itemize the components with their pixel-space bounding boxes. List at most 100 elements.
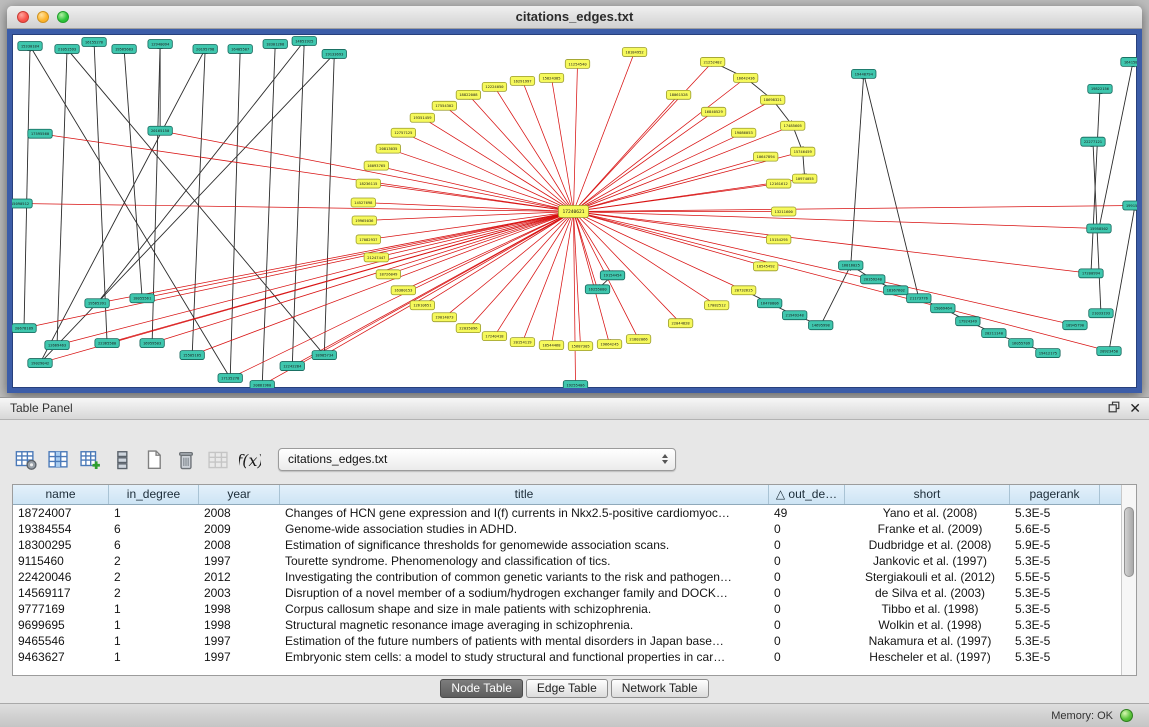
column-header-name[interactable]: name — [13, 485, 109, 504]
graph-node[interactable]: 15958502 — [1087, 224, 1111, 233]
graph-node[interactable]: 21949248 — [782, 311, 806, 320]
network-canvas[interactable]: 1582438516291997122240501882200817554302… — [12, 34, 1137, 388]
graph-node[interactable]: 17924349 — [956, 317, 980, 326]
column-header-year[interactable]: year — [199, 485, 280, 504]
table-row[interactable]: 1938455462009Genome-wide association stu… — [13, 521, 1121, 537]
graph-node[interactable]: 16470806 — [757, 299, 781, 308]
graph-node[interactable]: 18985734 — [312, 351, 336, 360]
graph-node[interactable]: 20881960 — [250, 381, 274, 388]
row-height-button[interactable] — [109, 446, 136, 473]
graph-node[interactable]: 17082512 — [704, 301, 728, 310]
delete-button[interactable] — [173, 446, 200, 473]
graph-node[interactable]: 16840529 — [701, 107, 725, 116]
graph-node[interactable]: 20211140 — [982, 329, 1006, 338]
graph-node[interactable]: 16642436 — [733, 73, 757, 82]
import-table-button[interactable] — [205, 446, 232, 473]
zoom-button[interactable] — [57, 11, 69, 23]
scrollbar-thumb[interactable] — [1124, 507, 1134, 577]
select-columns-button[interactable] — [45, 446, 72, 473]
graph-node[interactable]: 19448794 — [852, 69, 876, 78]
graph-node[interactable]: 21173776 — [907, 294, 931, 303]
graph-node[interactable]: 17554302 — [432, 101, 456, 110]
graph-node[interactable]: 14695998 — [809, 321, 833, 330]
panel-close-button[interactable]: ✕ — [1129, 401, 1141, 417]
graph-node[interactable]: 21802066 — [626, 335, 650, 344]
graph-node[interactable]: 20732625 — [731, 286, 755, 295]
panel-float-button[interactable] — [1108, 401, 1120, 416]
graph-node[interactable]: 12161612 — [766, 179, 790, 188]
table-row[interactable]: 911546021997Tourette syndrome. Phenomeno… — [13, 553, 1121, 569]
graph-node[interactable]: 16093765 — [364, 161, 388, 170]
graph-node[interactable]: 15069464 — [931, 304, 955, 313]
graph-node[interactable]: 17200994 — [1079, 269, 1103, 278]
graph-node[interactable]: 12757125 — [391, 128, 415, 137]
graph-node[interactable]: 14651925 — [292, 36, 316, 45]
memory-indicator[interactable] — [1120, 709, 1133, 722]
graph-node[interactable]: 18945790 — [1063, 321, 1087, 330]
graph-node[interactable]: 21247447 — [364, 253, 388, 262]
graph-node[interactable]: 18544468 — [539, 341, 563, 350]
graph-node[interactable]: 19565683 — [112, 44, 136, 53]
graph-node[interactable]: 18545492 — [753, 262, 777, 271]
graph-node[interactable]: 17595560 — [28, 129, 52, 138]
graph-node[interactable]: 20165150 — [148, 126, 172, 135]
new-document-button[interactable] — [141, 446, 168, 473]
graph-node[interactable]: 15154295 — [766, 235, 790, 244]
tab-node-table[interactable]: Node Table — [440, 679, 523, 698]
table-row[interactable]: 1830029562008Estimation of significance … — [13, 537, 1121, 553]
column-header-out_degree[interactable]: △ out_de… — [769, 485, 845, 504]
tab-edge-table[interactable]: Edge Table — [526, 679, 608, 698]
graph-node[interactable]: 16155276 — [82, 37, 106, 46]
graph-node[interactable]: 18726049 — [376, 270, 400, 279]
graph-node[interactable]: 20154119 — [510, 338, 534, 347]
graph-node[interactable]: 18301268 — [263, 39, 287, 48]
tab-network-table[interactable]: Network Table — [611, 679, 709, 698]
graph-node[interactable]: 15687305 — [568, 342, 592, 351]
table-row[interactable]: 1872400712008Changes of HCN gene express… — [13, 505, 1121, 521]
edit-table-button[interactable] — [77, 446, 104, 473]
graph-node[interactable]: 22044828 — [668, 319, 692, 328]
graph-node[interactable]: 19029042 — [28, 359, 52, 368]
graph-node[interactable]: 22365580 — [95, 339, 119, 348]
graph-node[interactable]: 21033193 — [1089, 309, 1113, 318]
graph-node[interactable]: 16380153 — [391, 286, 415, 295]
graph-node[interactable]: 15824385 — [539, 73, 563, 82]
graph-node[interactable]: 18367602 — [884, 286, 908, 295]
table-row[interactable]: 1456911722003Disruption of a novel membe… — [13, 585, 1121, 601]
table-scrollbar[interactable] — [1121, 485, 1136, 675]
column-header-title[interactable]: title — [280, 485, 769, 504]
graph-node[interactable]: 18698321 — [760, 95, 784, 104]
graph-node[interactable]: 12242284 — [280, 362, 304, 371]
function-builder-button[interactable]: f(x) — [237, 446, 264, 473]
column-header-in_degree[interactable]: in_degree — [109, 485, 199, 504]
graph-node[interactable]: 17240621 — [558, 206, 588, 218]
graph-node[interactable]: 18055561 — [130, 294, 154, 303]
graph-node[interactable]: 19255406 — [563, 381, 587, 388]
graph-node[interactable]: 18822008 — [456, 90, 480, 99]
graph-node[interactable]: 18184952 — [622, 47, 646, 56]
graph-node[interactable]: 18061528 — [666, 90, 690, 99]
graph-node[interactable]: 16255080 — [585, 285, 609, 294]
minimize-button[interactable] — [37, 11, 49, 23]
column-header-pagerank[interactable]: pagerank — [1010, 485, 1100, 504]
graph-node[interactable]: 20923450 — [1097, 347, 1121, 356]
graph-node[interactable]: 21051593 — [55, 44, 79, 53]
table-row[interactable]: 969969511998Structural magnetic resonanc… — [13, 617, 1121, 633]
graph-node[interactable]: 22035096 — [456, 324, 480, 333]
graph-node[interactable]: 15746459 — [790, 147, 814, 156]
graph-node[interactable]: 16816025 — [839, 261, 863, 270]
graph-node[interactable]: 19351459 — [410, 113, 434, 122]
graph-node[interactable]: 19412175 — [1036, 349, 1060, 358]
graph-node[interactable]: 19086053 — [731, 128, 755, 137]
close-button[interactable] — [17, 11, 29, 23]
graph-node[interactable]: 16415884 — [1121, 57, 1137, 66]
graph-node[interactable]: 16959503 — [140, 339, 164, 348]
table-selector-dropdown[interactable]: citations_edges.txt — [278, 448, 676, 471]
graph-node[interactable]: 15505165 — [180, 351, 204, 360]
graph-node[interactable]: 21252402 — [700, 57, 724, 66]
graph-node[interactable]: 15330184 — [18, 41, 42, 50]
graph-node[interactable]: 10647894 — [753, 152, 777, 161]
graph-node[interactable]: 19154454 — [600, 271, 624, 280]
graph-node[interactable]: 17485605 — [780, 121, 804, 130]
graph-node[interactable]: 12669463 — [45, 341, 69, 350]
